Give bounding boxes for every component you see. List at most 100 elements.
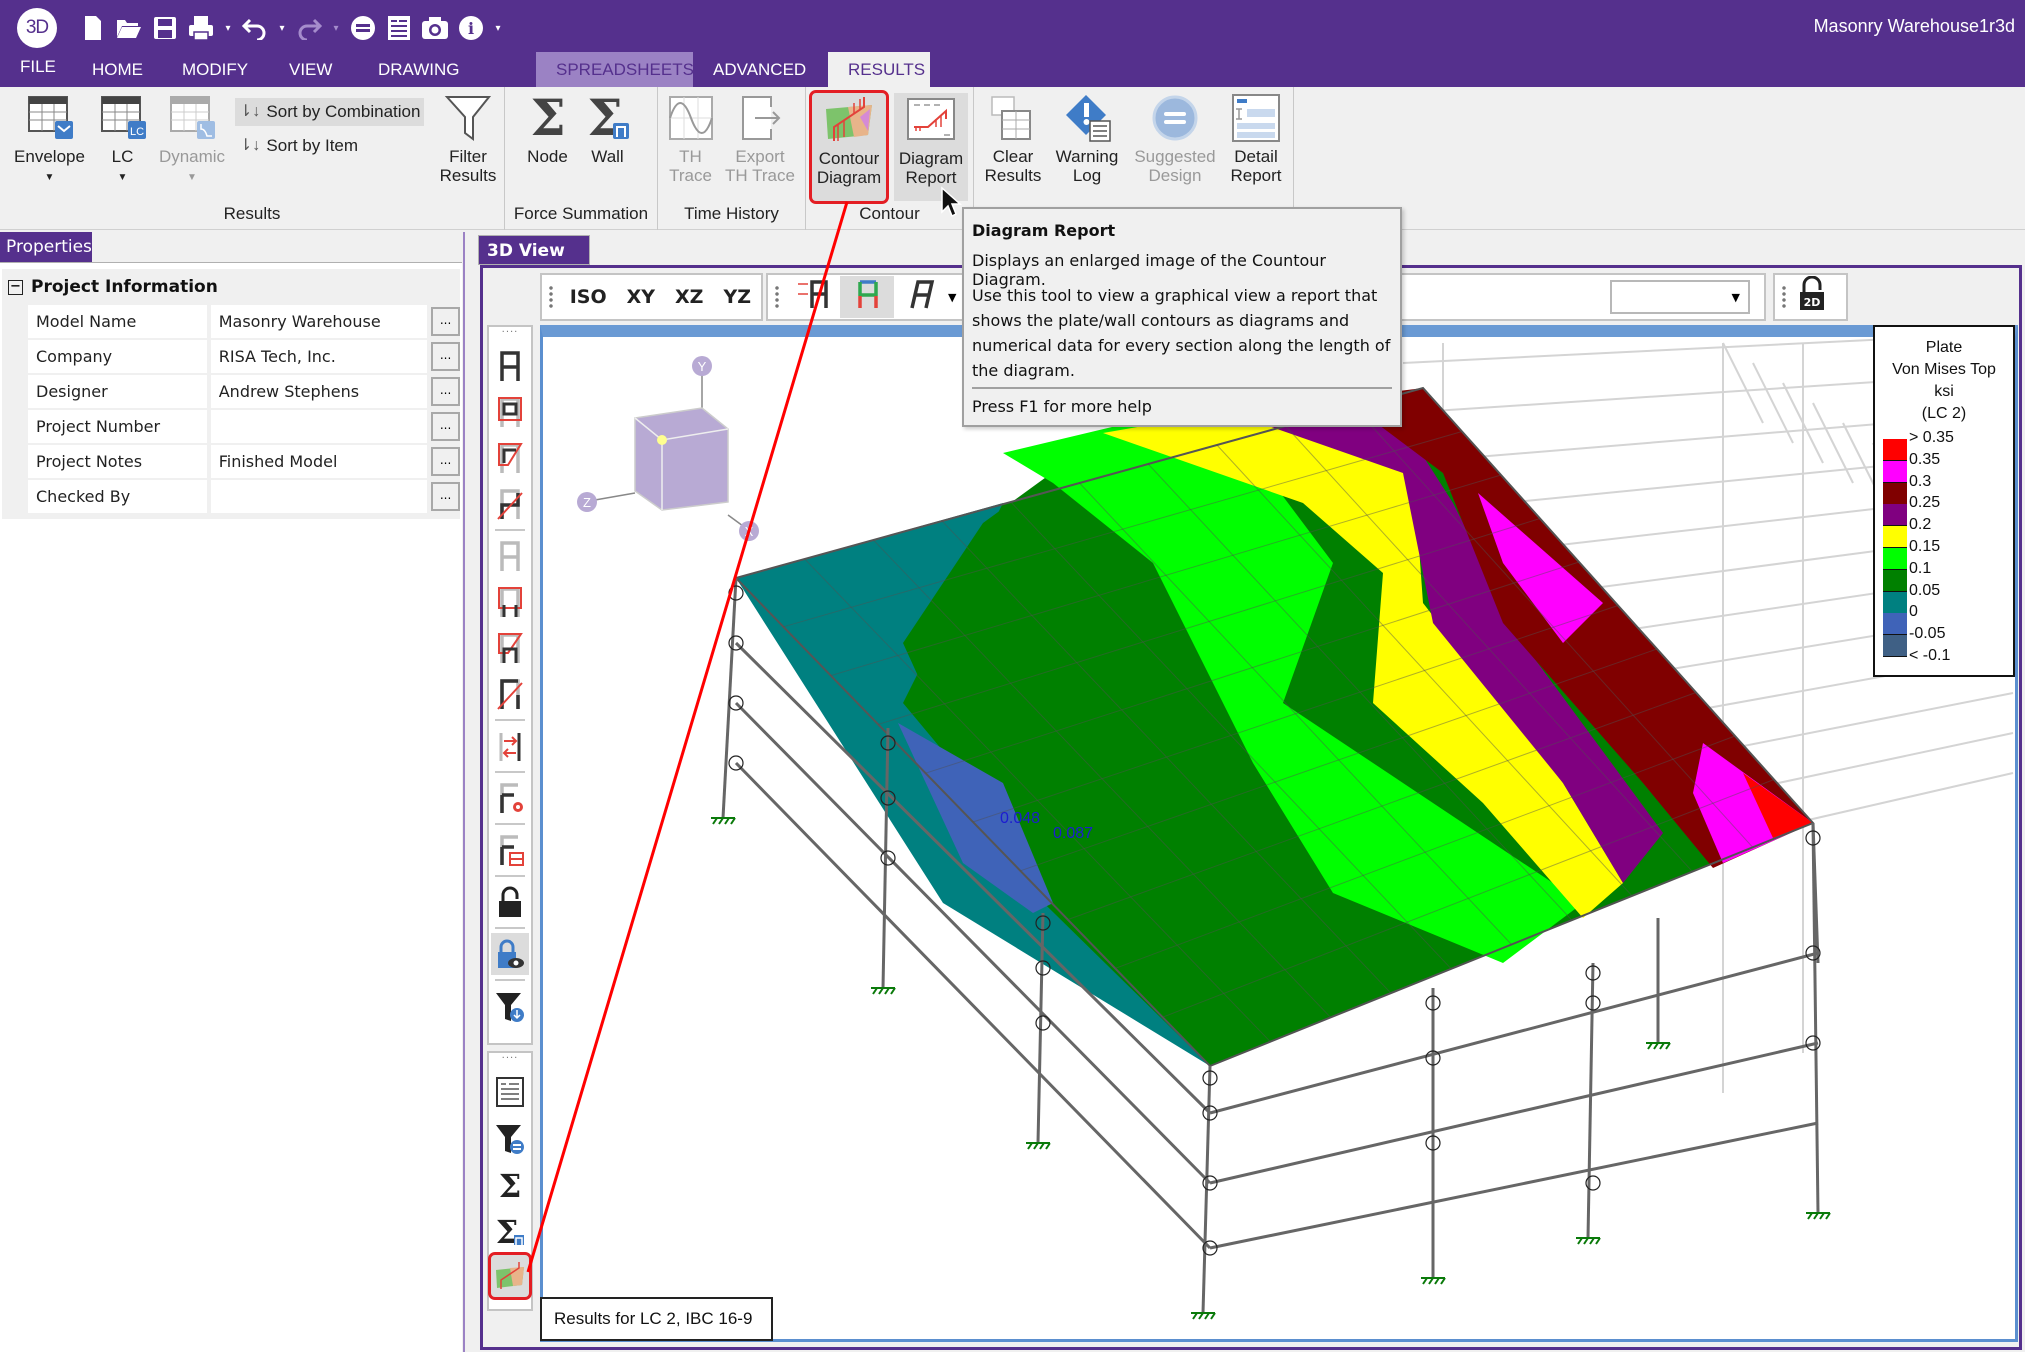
property-value[interactable]: Andrew Stephens <box>210 375 428 408</box>
collapse-icon[interactable]: − <box>8 279 23 295</box>
properties-tab[interactable]: Properties <box>0 232 92 262</box>
solve-icon[interactable] <box>348 13 378 43</box>
lock-view-button[interactable] <box>491 933 529 975</box>
contour-diagram-icon <box>496 1262 524 1289</box>
toolbar-grip[interactable]: ···· <box>489 327 531 341</box>
property-row: Project Notes Finished Model... <box>28 445 460 478</box>
xz-view-button[interactable]: XZ <box>665 276 713 318</box>
model-drawing[interactable]: 0.048 0.087 Y Z X <box>543 337 2015 1339</box>
info-icon[interactable]: i <box>456 13 486 43</box>
show-wall-panels-button[interactable] <box>491 581 529 623</box>
app-logo[interactable]: 3D <box>17 8 57 48</box>
undo-dropdown-icon[interactable]: ▾ <box>276 13 288 43</box>
show-wall-edges-button[interactable] <box>491 627 529 669</box>
dynamic-button[interactable]: Dynamic ▼ <box>152 93 232 187</box>
filter-download-button[interactable] <box>491 985 529 1027</box>
contour-diagram-button[interactable]: Contour Diagram <box>809 90 889 204</box>
th-trace-button[interactable]: TH Trace <box>668 93 713 185</box>
color-members-button[interactable] <box>840 276 894 318</box>
legend-swatch <box>1883 504 1907 527</box>
toolbar-grip[interactable]: ···· <box>489 1053 531 1067</box>
print-icon[interactable] <box>186 13 216 43</box>
camera-icon[interactable] <box>420 13 450 43</box>
print-dropdown-icon[interactable]: ▾ <box>222 13 234 43</box>
diagram-report-button[interactable]: Diagram Report <box>894 93 968 201</box>
toolbar-grip[interactable] <box>1781 285 1787 309</box>
property-ellipsis-button[interactable]: ... <box>431 307 460 336</box>
property-value[interactable] <box>210 410 428 443</box>
contour-diagram-side-button[interactable] <box>488 1252 532 1300</box>
sort-by-combination-button[interactable]: ⇂↓ Sort by Combination <box>235 98 425 126</box>
property-ellipsis-button[interactable]: ... <box>431 447 460 476</box>
tab-home[interactable]: HOME <box>72 52 162 87</box>
suggested-design-button[interactable]: Suggested Design <box>1132 93 1218 185</box>
node-summation-button[interactable]: Σ Node <box>525 88 570 166</box>
warning-log-button[interactable]: Warning Log <box>1052 93 1122 185</box>
report-icon[interactable] <box>384 13 414 43</box>
clear-results-button[interactable]: Clear Results <box>982 93 1044 185</box>
property-value[interactable] <box>210 480 428 513</box>
tab-modify[interactable]: MODIFY <box>162 52 269 87</box>
undo-icon[interactable] <box>240 13 270 43</box>
svg-text:i: i <box>468 19 474 38</box>
toolbar-grip[interactable] <box>774 285 780 309</box>
envelope-button[interactable]: Envelope ▼ <box>12 93 87 187</box>
property-value[interactable]: Finished Model <box>210 445 428 478</box>
detail-report-side-button[interactable] <box>491 1071 529 1113</box>
model-canvas[interactable]: 0.048 0.087 Y Z X <box>540 325 2018 1342</box>
save-icon[interactable] <box>150 13 180 43</box>
property-ellipsis-button[interactable]: ... <box>431 377 460 406</box>
tab-3d-view[interactable]: 3D View ✕ <box>478 235 590 291</box>
export-th-trace-button[interactable]: Export TH Trace <box>720 93 800 185</box>
loads-display-button[interactable] <box>786 276 840 318</box>
view-cube[interactable]: Y Z X <box>577 356 759 541</box>
show-members-button[interactable] <box>491 345 529 387</box>
toolbar-grip[interactable] <box>548 285 554 309</box>
save-view-button[interactable] <box>491 829 529 871</box>
lc-button[interactable]: LC LC ▼ <box>95 93 150 187</box>
filter-results-button[interactable]: Filter Results <box>438 93 498 185</box>
customize-qat-icon[interactable]: ▾ <box>492 13 504 43</box>
yz-view-button[interactable]: YZ <box>713 276 761 318</box>
project-information-header[interactable]: − Project Information <box>8 277 218 297</box>
tab-drawing-tools[interactable]: DRAWING TOOLS <box>358 52 536 114</box>
unlock-button[interactable] <box>491 881 529 923</box>
property-ellipsis-button[interactable]: ... <box>431 342 460 371</box>
show-plate-edges-button[interactable] <box>491 437 529 479</box>
property-ellipsis-button[interactable]: ... <box>431 482 460 511</box>
wall-summation-side-button[interactable]: Σ <box>491 1209 529 1251</box>
xy-view-button[interactable]: XY <box>617 276 665 318</box>
property-value[interactable]: Masonry Warehouse <box>210 305 428 338</box>
display-combo-box[interactable]: ▼ <box>1610 280 1750 314</box>
member-rendering-button[interactable] <box>894 276 948 318</box>
results-status-label: Results for LC 2, IBC 16-9 <box>540 1297 773 1341</box>
redo-dropdown-icon[interactable]: ▾ <box>330 13 342 43</box>
tab-results[interactable]: RESULTS <box>828 52 930 87</box>
node-summation-side-button[interactable]: Σ <box>491 1163 529 1205</box>
show-plates-button[interactable] <box>491 391 529 433</box>
open-folder-icon[interactable] <box>114 13 144 43</box>
legend-label: 0.25 <box>1909 494 1941 512</box>
frame-column <box>721 577 738 819</box>
tab-file[interactable]: FILE <box>0 52 72 87</box>
show-walls-button[interactable] <box>491 535 529 577</box>
tab-view[interactable]: VIEW <box>269 52 358 87</box>
tab-spreadsheets[interactable]: SPREADSHEETS <box>536 52 694 87</box>
filter-results-side-button[interactable] <box>491 1117 529 1159</box>
tab-advanced[interactable]: ADVANCED <box>693 52 828 87</box>
new-file-icon[interactable] <box>78 13 108 43</box>
sort-by-item-button[interactable]: ⇂↓ Sort by Item <box>235 132 362 160</box>
lock-2d-button[interactable]: 2D <box>1793 275 1831 318</box>
model-settings-button[interactable] <box>491 777 529 819</box>
iso-view-button[interactable]: ISO <box>560 276 617 318</box>
show-wall-diagonal-button[interactable] <box>491 673 529 715</box>
show-releases-button[interactable] <box>491 725 529 767</box>
property-value[interactable]: RISA Tech, Inc. <box>210 340 428 373</box>
member-rendering-dropdown-icon[interactable]: ▼ <box>948 291 956 304</box>
show-diagonal-button[interactable] <box>491 483 529 525</box>
wall-summation-button[interactable]: Σ Wall <box>585 88 630 166</box>
redo-icon[interactable] <box>294 13 324 43</box>
property-ellipsis-button[interactable]: ... <box>431 412 460 441</box>
panel-splitter[interactable] <box>463 232 477 1352</box>
detail-report-button[interactable]: Detail Report <box>1226 93 1286 185</box>
